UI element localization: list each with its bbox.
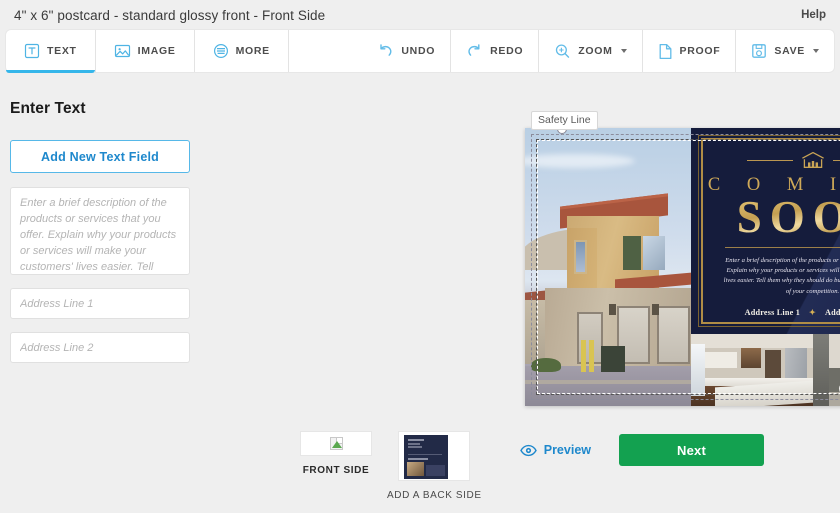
text-icon: [24, 43, 40, 59]
tab-image[interactable]: IMAGE: [96, 30, 195, 72]
tool-tabs: TEXT IMAGE MORE: [6, 30, 289, 73]
tab-text[interactable]: TEXT: [6, 30, 96, 73]
proof-label: PROOF: [679, 45, 721, 57]
text-panel: Enter Text Add New Text Field: [0, 78, 200, 513]
front-side-thumbnail-image[interactable]: [300, 431, 372, 456]
zoom-button[interactable]: ZOOM: [538, 30, 641, 72]
proof-icon: [658, 43, 673, 60]
photo-shape: [407, 462, 425, 476]
tab-more[interactable]: MORE: [195, 30, 289, 72]
save-icon: [751, 43, 767, 59]
chevron-down-icon: [620, 49, 627, 53]
tab-text-label: TEXT: [47, 45, 77, 57]
address-line-2-input[interactable]: [10, 332, 190, 363]
save-label: SAVE: [774, 45, 805, 57]
undo-label: UNDO: [401, 45, 436, 57]
chevron-down-icon: [813, 49, 819, 53]
panel-title: Enter Text: [10, 100, 86, 117]
redo-label: REDO: [490, 45, 524, 57]
preview-button[interactable]: Preview: [514, 442, 597, 458]
description-textarea[interactable]: [10, 187, 190, 275]
thumbnail-label: FRONT SIDE: [302, 465, 370, 476]
help-link[interactable]: Help: [801, 9, 826, 21]
text-line-shape: [408, 446, 423, 448]
back-design-preview: [404, 435, 449, 479]
redo-button[interactable]: REDO: [450, 30, 538, 72]
undo-icon: [377, 43, 394, 59]
image-icon: [114, 43, 131, 59]
selection-bounding-box[interactable]: [531, 122, 840, 400]
eye-icon: [519, 444, 537, 457]
more-icon: [213, 43, 229, 59]
bottom-actions: Preview Next: [514, 434, 764, 466]
safety-line-label[interactable]: Safety Line: [531, 111, 598, 130]
undo-button[interactable]: UNDO: [362, 30, 450, 72]
side-thumbnails: FRONT SIDE ADD A BACK SIDE: [300, 431, 482, 501]
thumbnail-add-back-side[interactable]: ADD A BACK SIDE: [387, 431, 482, 501]
thumbnail-label: ADD A BACK SIDE: [387, 490, 482, 501]
bottom-bar: FRONT SIDE ADD A BACK SIDE Preview Next: [200, 421, 840, 513]
app-header: 4" x 6" postcard - standard glossy front…: [0, 0, 840, 30]
broken-image-icon: [329, 437, 343, 450]
text-line-shape: [408, 439, 425, 441]
divider-shape: [408, 454, 443, 455]
page-title: 4" x 6" postcard - standard glossy front…: [14, 7, 326, 23]
zoom-icon: [554, 43, 571, 59]
thumbnail-front-side[interactable]: FRONT SIDE: [300, 431, 372, 501]
proof-button[interactable]: PROOF: [641, 30, 736, 72]
back-side-thumbnail-image[interactable]: [398, 431, 471, 481]
address-line-1-input[interactable]: [10, 288, 190, 319]
zoom-label: ZOOM: [578, 45, 613, 57]
text-line-shape: [408, 443, 421, 445]
redo-icon: [466, 43, 483, 59]
toolbar-actions: UNDO REDO ZOOM PROOF SAVE: [362, 30, 834, 72]
save-button[interactable]: SAVE: [735, 30, 834, 72]
next-button[interactable]: Next: [619, 434, 764, 466]
tab-image-label: IMAGE: [137, 45, 176, 57]
add-new-text-field-button[interactable]: Add New Text Field: [10, 140, 190, 173]
tab-more-label: MORE: [235, 45, 270, 57]
editor-toolbar: TEXT IMAGE MORE UNDO REDO ZOOM PROOF SAV…: [6, 30, 834, 73]
text-line-shape: [408, 458, 429, 460]
text-block-shape: [426, 465, 446, 476]
preview-label: Preview: [543, 443, 591, 457]
